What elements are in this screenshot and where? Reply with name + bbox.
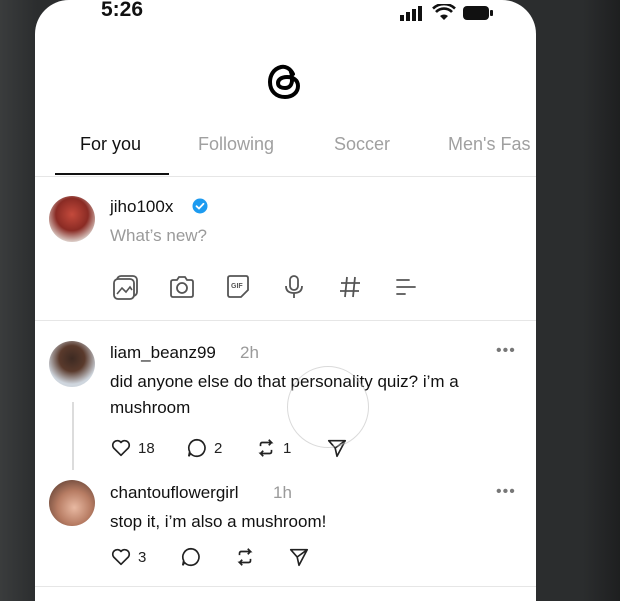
tab-mens-fashion[interactable]: Men's Fas (448, 134, 530, 155)
mic-icon[interactable] (279, 272, 309, 302)
composer: jiho100x What’s new? GIF (35, 176, 536, 321)
reply-button[interactable]: 2 (186, 437, 222, 459)
send-icon (289, 548, 309, 567)
active-tab-indicator (55, 173, 169, 175)
repost-icon (237, 548, 253, 566)
feed-tabs: For you Following Soccer Men's Fas (35, 130, 536, 177)
repost-button[interactable]: 1 (255, 437, 291, 459)
tab-following[interactable]: Following (198, 134, 274, 155)
like-count: 3 (138, 548, 147, 566)
camera-icon[interactable] (167, 272, 197, 302)
repost-count: 1 (283, 439, 292, 457)
avatar[interactable] (49, 480, 95, 526)
post-item[interactable]: liam_beanz99 2h ••• did anyone else do t… (35, 320, 536, 470)
svg-text:GIF: GIF (231, 283, 243, 290)
threads-logo-icon[interactable] (263, 60, 307, 104)
gif-icon[interactable]: GIF (223, 272, 253, 302)
post-username[interactable]: liam_beanz99 (110, 343, 216, 363)
reply-button[interactable] (180, 546, 202, 568)
more-options-icon[interactable]: ••• (496, 342, 516, 360)
comment-icon (187, 438, 206, 458)
comment-icon (181, 547, 200, 567)
post-text: stop it, i’m also a mushroom! (110, 512, 327, 531)
status-icons (400, 4, 494, 21)
heart-icon (111, 439, 131, 457)
status-bar: 5:26 (35, 0, 536, 26)
post-username[interactable]: chantouflowergirl (110, 483, 239, 503)
more-options-icon[interactable]: ••• (496, 483, 516, 501)
app-screen: 5:26 For you Following Soccer Men's Fas … (35, 0, 536, 601)
poll-icon[interactable] (391, 272, 421, 302)
reply-count: 2 (214, 439, 223, 457)
loading-spinner (287, 366, 369, 448)
composer-username: jiho100x (110, 197, 174, 216)
thread-line (72, 402, 74, 470)
like-button[interactable]: 3 (110, 546, 146, 568)
hashtag-icon[interactable] (335, 272, 365, 302)
share-button[interactable] (288, 546, 310, 568)
composer-input[interactable]: What’s new? (110, 226, 207, 246)
avatar[interactable] (49, 196, 95, 242)
avatar[interactable] (49, 341, 95, 387)
post-time: 2h (240, 343, 259, 362)
like-count: 18 (138, 439, 155, 457)
status-time: 5:26 (101, 0, 144, 21)
post-time: 1h (273, 483, 292, 502)
verified-badge-icon (192, 198, 208, 214)
battery-icon (463, 5, 493, 20)
post-item[interactable]: chantouflowergirl 1h ••• stop it, i’m al… (35, 470, 536, 586)
tab-soccer[interactable]: Soccer (334, 134, 390, 155)
repost-icon (258, 439, 274, 457)
image-icon[interactable] (111, 272, 141, 302)
signal-icon (400, 5, 422, 21)
divider (35, 586, 536, 587)
repost-button[interactable] (234, 546, 256, 568)
wifi-icon (432, 4, 456, 20)
heart-icon (111, 548, 131, 566)
tab-for-you[interactable]: For you (80, 134, 141, 155)
like-button[interactable]: 18 (110, 437, 155, 459)
